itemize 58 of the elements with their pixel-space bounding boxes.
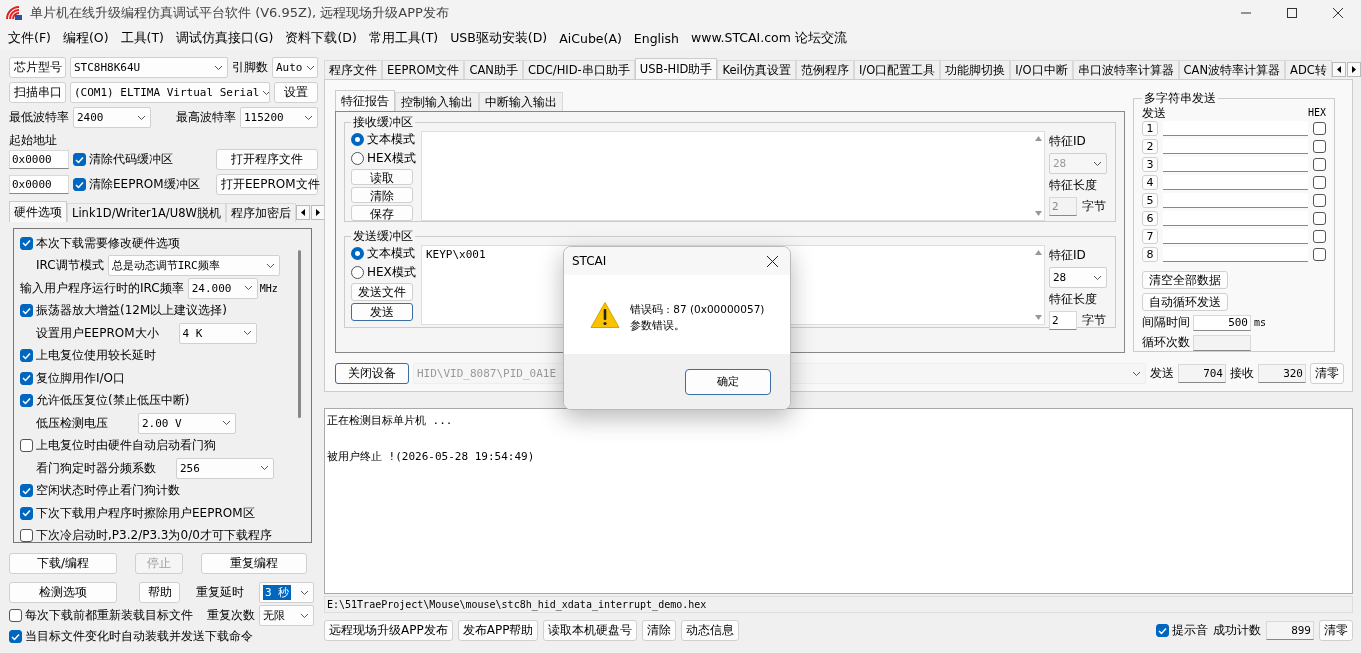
dialog-title: STCAI xyxy=(572,254,607,268)
log-line: 被用户终止 !(2026-05-28 19:54:49) xyxy=(327,449,536,465)
field-label: 间隔时间 xyxy=(1142,314,1190,331)
checkbox-label: 提示音 xyxy=(1172,622,1208,639)
radio-label: 文本模式 xyxy=(367,131,415,148)
group-title: 发送缓冲区 xyxy=(352,228,414,245)
checkbox-label: 空闲状态时停止看门狗计数 xyxy=(36,482,180,500)
radio-label: 文本模式 xyxy=(367,245,415,262)
group-title: 多字符串发送 xyxy=(1143,90,1217,107)
unit-label: 字节 xyxy=(1082,198,1106,215)
checkbox-label: 振荡器放大增益(12M以上建议选择) xyxy=(36,302,227,320)
field-label: 输入用户程序运行时的IRC频率 xyxy=(20,279,184,297)
checkbox-label: 上电复位使用较长延时 xyxy=(36,347,156,365)
field-label: 特征ID xyxy=(1049,133,1087,150)
field-label: 接收 xyxy=(1230,365,1254,382)
radio-label: HEX模式 xyxy=(367,264,416,281)
field-label: 引脚数 xyxy=(232,59,268,76)
field-label: 重复次数 xyxy=(207,607,255,624)
field-label: 特征ID xyxy=(1049,247,1087,264)
log-line: 正在检测目标单片机 ... xyxy=(327,413,454,429)
column-header: HEX xyxy=(1307,107,1326,119)
message-text: 参数错误。 xyxy=(630,318,686,333)
checkbox-label: 清除代码缓冲区 xyxy=(89,151,173,168)
field-label: 特征长度 xyxy=(1049,291,1098,308)
field-label: 看门狗定时器分频系数 xyxy=(36,459,156,477)
message-text: 错误码 : 87 (0x00000057) xyxy=(630,302,765,317)
counter-field: 899 xyxy=(1266,621,1314,640)
checkbox-label: 上电复位时由硬件自动启动看门狗 xyxy=(36,437,216,455)
column-header: 发送 xyxy=(1142,107,1166,119)
unit-label: ms xyxy=(1254,317,1267,328)
checkbox-label: 本次下载需要修改硬件选项 xyxy=(36,234,180,252)
field-label: 发送 xyxy=(1150,365,1174,382)
radio-label: HEX模式 xyxy=(367,150,416,167)
checkbox-label: 允许低压复位(禁止低压中断) xyxy=(36,392,190,410)
field-label: 成功计数 xyxy=(1213,622,1261,639)
counter-field: 704 xyxy=(1178,364,1226,383)
field-label: 循环次数 xyxy=(1142,334,1190,351)
checkbox-label: 当目标文件变化时自动装载并发送下载命令 xyxy=(25,628,253,645)
field-label: IRC调节模式 xyxy=(36,257,104,275)
checkbox-label: 下次冷启动时,P3.2/P3.3为0/0才可下载程序 xyxy=(36,527,272,545)
unit-label: MHz xyxy=(259,282,278,294)
field-label: 重复延时 xyxy=(195,584,244,601)
checkbox-label: 每次下载前都重新装载目标文件 xyxy=(25,607,193,624)
field-label: 最高波特率 xyxy=(176,109,236,126)
file-path: E:\51TraeProject\Mouse\mouse\stc8h_hid_xdata_interrupt_demo.hex xyxy=(324,596,1353,613)
checkbox-label: 复位脚用作I/O口 xyxy=(36,369,126,387)
field-label: 特征长度 xyxy=(1049,177,1098,194)
checkbox-label: 下次下载用户程序时擦除用户EEPROM区 xyxy=(36,504,255,522)
field-label: 起始地址 xyxy=(9,132,58,149)
field-label: 设置用户EEPROM大小 xyxy=(36,324,159,342)
field-label: 最低波特率 xyxy=(9,109,69,126)
group-title: 接收缓冲区 xyxy=(352,114,414,131)
checkbox-label: 清除EEPROM缓冲区 xyxy=(89,176,200,193)
field-label: 低压检测电压 xyxy=(36,414,108,432)
counter-field: 320 xyxy=(1258,364,1306,383)
text-content: KEYP\x001 xyxy=(426,248,486,261)
unit-label: 字节 xyxy=(1082,312,1106,329)
window-title: 单片机在线升级编程仿真调试平台软件 (V6.95Z), 远程现场升级APP发布 xyxy=(30,4,449,22)
